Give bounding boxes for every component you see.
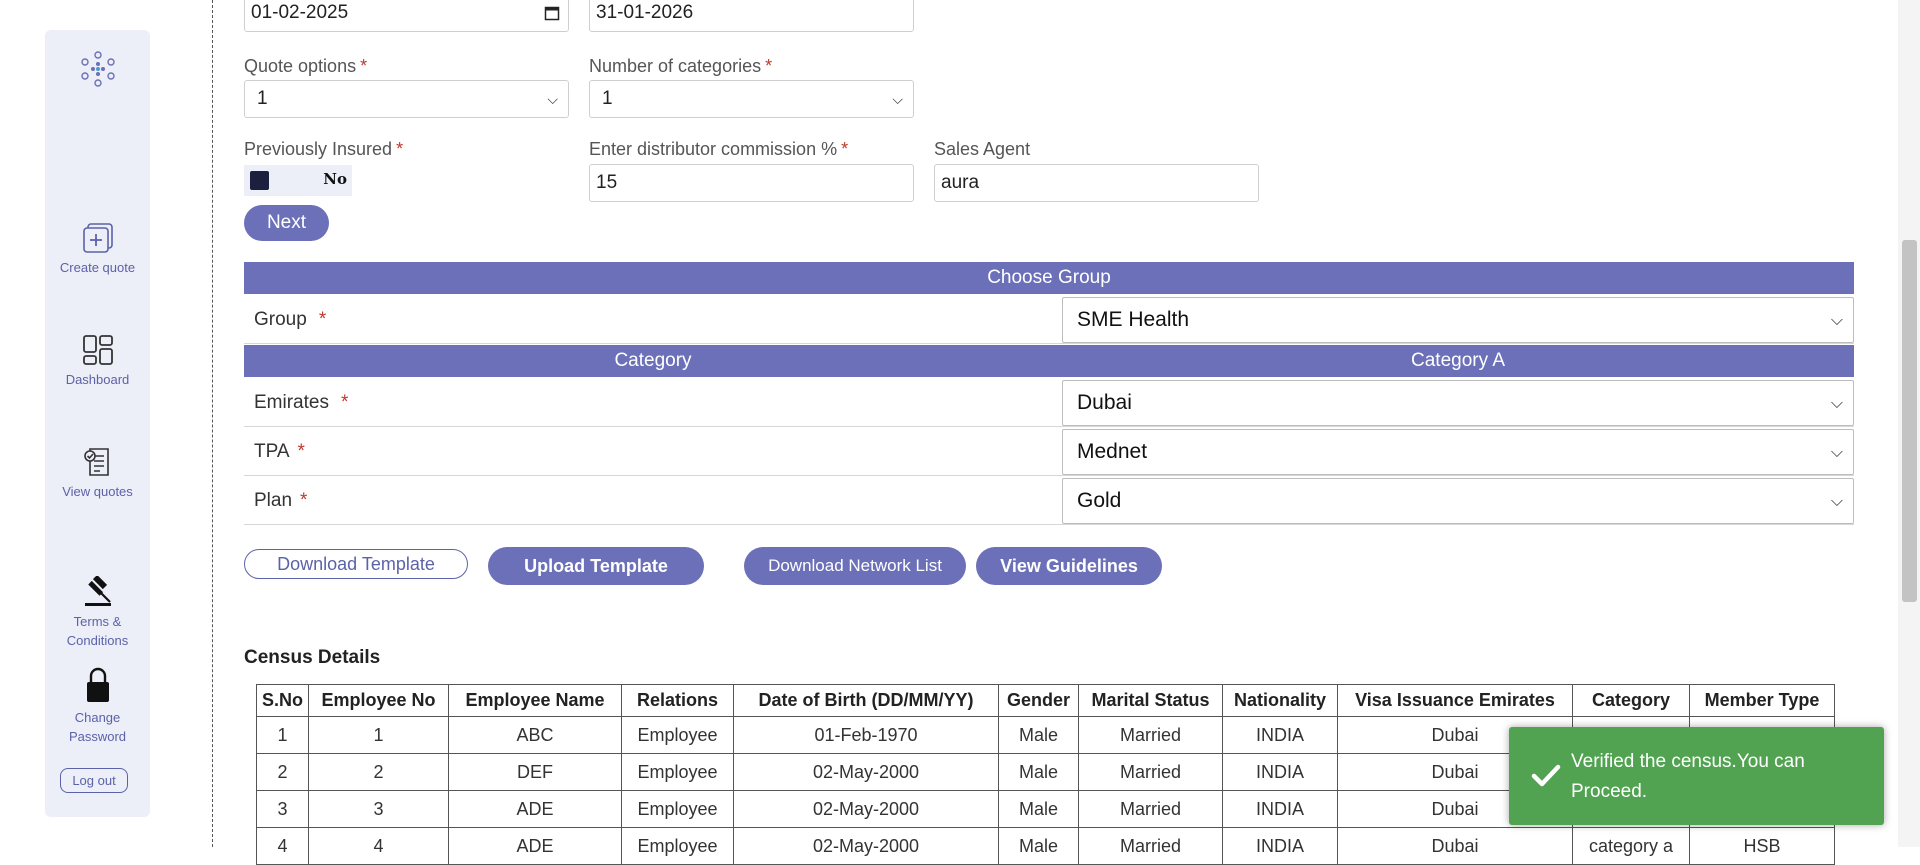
- end-date-value: 31-01-2026: [596, 2, 694, 23]
- category-header-label: Category: [614, 350, 692, 371]
- column-header: Employee Name: [448, 684, 623, 717]
- column-header: Employee No: [308, 684, 450, 717]
- sales-agent-value: aura: [941, 172, 980, 193]
- gavel-icon: [84, 576, 111, 606]
- plan-row: Plan * Gold ⌵: [244, 476, 1854, 525]
- tpa-select[interactable]: Mednet ⌵: [1062, 429, 1854, 475]
- plan-select[interactable]: Gold ⌵: [1062, 478, 1854, 524]
- commission-label: Enter distributor commission % *: [589, 139, 849, 159]
- add-document-icon: [82, 223, 113, 253]
- sales-agent-label: Sales Agent: [934, 139, 1031, 159]
- document-check-icon: [83, 448, 109, 476]
- upload-template-button[interactable]: Upload Template: [488, 547, 704, 585]
- chevron-down-icon: ⌵: [1830, 312, 1843, 329]
- checkmark-icon: [1531, 764, 1561, 787]
- toast-message: Verified the census.You can Proceed.: [1571, 751, 1805, 802]
- logo-icon: [80, 51, 115, 87]
- sidebar-item-label: Password: [68, 729, 127, 744]
- column-header: Relations: [621, 684, 735, 717]
- group-row: Group * SME Health ⌵: [244, 295, 1854, 344]
- tpa-row: TPA * Mednet ⌵: [244, 427, 1854, 476]
- quote-options-select[interactable]: 1 ⌵: [244, 80, 569, 118]
- column-header: Category: [1572, 684, 1691, 717]
- group-label: Group *: [254, 309, 327, 330]
- commission-input[interactable]: 15: [589, 164, 914, 202]
- table-row: 44 ADE Employee 02-May-2000 Male Married IN…: [255, 827, 1836, 865]
- previously-insured-toggle[interactable]: No: [244, 165, 352, 196]
- chevron-down-icon: ⌵: [1830, 444, 1843, 461]
- next-button[interactable]: Next: [244, 205, 329, 241]
- scrollbar-thumb[interactable]: [1902, 240, 1917, 602]
- chevron-down-icon: ⌵: [547, 91, 558, 107]
- scrollbar[interactable]: [1898, 0, 1920, 847]
- num-categories-value: 1: [602, 88, 613, 109]
- column-header: Nationality: [1222, 684, 1339, 717]
- commission-value: 15: [596, 172, 618, 193]
- calendar-icon[interactable]: [544, 5, 560, 21]
- sidebar-item-label: Create quote: [59, 260, 136, 275]
- sidebar-item-label: Dashboard: [65, 372, 130, 387]
- dashboard-icon: [82, 335, 113, 365]
- sidebar-item-change-password[interactable]: Change Password: [45, 666, 150, 746]
- plan-value: Gold: [1077, 489, 1122, 512]
- emirates-label: Emirates *: [254, 392, 349, 413]
- sales-agent-input[interactable]: aura: [934, 164, 1259, 202]
- tpa-label: TPA *: [254, 441, 305, 462]
- num-categories-label: Number of categories *: [589, 56, 773, 76]
- success-toast[interactable]: Verified the census.You can Proceed.: [1509, 727, 1884, 825]
- census-title: Census Details: [244, 647, 381, 668]
- chevron-down-icon: ⌵: [1830, 395, 1843, 412]
- toggle-knob: [250, 171, 269, 190]
- previously-insured-label: Previously Insured *: [244, 139, 404, 159]
- quote-options-label: Quote options *: [244, 56, 368, 76]
- column-header: S.No: [255, 684, 310, 717]
- download-template-button[interactable]: Download Template: [244, 549, 468, 579]
- category-a-header: Category A: [1411, 350, 1505, 371]
- column-header: Date of Birth (DD/MM/YY): [733, 684, 1000, 717]
- emirates-value: Dubai: [1077, 391, 1132, 414]
- toggle-state-text: No: [323, 170, 347, 188]
- sidebar-item-label: View quotes: [62, 484, 133, 499]
- group-value: SME Health: [1077, 308, 1190, 331]
- emirates-select[interactable]: Dubai ⌵: [1062, 380, 1854, 426]
- start-date-value: 01-02-2025: [251, 2, 349, 23]
- column-header: Gender: [998, 684, 1080, 717]
- quote-options-value: 1: [257, 88, 268, 109]
- download-network-list-button[interactable]: Download Network List: [744, 547, 966, 585]
- num-categories-select[interactable]: 1 ⌵: [589, 80, 914, 118]
- chevron-down-icon: ⌵: [1830, 493, 1843, 510]
- logout-button[interactable]: Log out: [60, 768, 128, 793]
- column-header: Visa Issuance Emirates: [1337, 684, 1574, 717]
- sidebar: Create quote Dashboard View quotes Terms…: [45, 30, 150, 817]
- lock-icon: [86, 667, 109, 702]
- column-header: Member Type: [1689, 684, 1836, 717]
- choose-group-header: Choose Group: [244, 262, 1854, 294]
- sidebar-item-create-quote[interactable]: Create quote: [45, 222, 150, 277]
- census-header-row: S.No Employee No Employee Name Relations…: [255, 684, 1836, 717]
- app-logo[interactable]: [45, 50, 150, 92]
- column-header: Marital Status: [1078, 684, 1224, 717]
- plan-label: Plan *: [254, 490, 308, 511]
- start-date-input[interactable]: 01-02-2025: [244, 0, 569, 32]
- emirates-row: Emirates * Dubai ⌵: [244, 378, 1854, 427]
- category-header: Category Category A: [244, 345, 1854, 377]
- group-select[interactable]: SME Health ⌵: [1062, 297, 1854, 343]
- sidebar-item-label: Terms &: [73, 614, 122, 629]
- end-date-input[interactable]: 31-01-2026: [589, 0, 914, 32]
- sidebar-item-terms[interactable]: Terms & Conditions: [45, 576, 150, 650]
- sidebar-item-label: Conditions: [66, 633, 129, 648]
- sidebar-item-label: Change: [74, 710, 121, 725]
- divider: [212, 0, 213, 847]
- tpa-value: Mednet: [1077, 440, 1148, 463]
- sidebar-item-view-quotes[interactable]: View quotes: [45, 446, 150, 501]
- sidebar-item-dashboard[interactable]: Dashboard: [45, 334, 150, 389]
- view-guidelines-button[interactable]: View Guidelines: [976, 547, 1162, 585]
- chevron-down-icon: ⌵: [892, 91, 903, 107]
